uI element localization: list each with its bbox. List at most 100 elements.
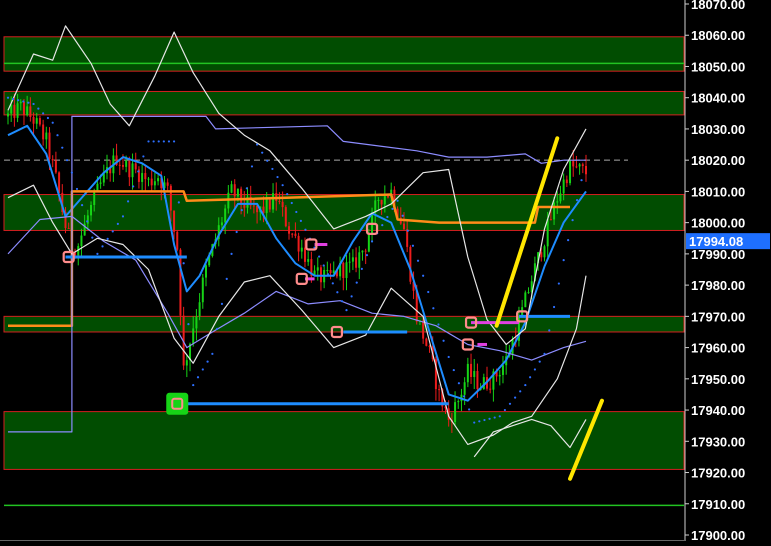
candle-body — [457, 401, 460, 403]
dotted-indicator-point — [27, 101, 30, 104]
candle-body — [489, 388, 492, 390]
dotted-indicator-point — [575, 199, 579, 202]
dotted-indicator-point — [276, 175, 279, 179]
candle-body — [58, 172, 61, 193]
candle-body — [125, 160, 128, 167]
dotted-indicator-point — [192, 383, 195, 387]
dotted-indicator-point — [132, 185, 135, 188]
candle-body — [176, 231, 179, 250]
price-chart[interactable]: 18070.00 18060.00 18050.00 18040.00 18030.00… — [0, 0, 771, 543]
candle-body — [150, 178, 153, 186]
candle-body — [383, 196, 386, 205]
candle-body — [288, 226, 291, 234]
candle-body — [99, 182, 102, 184]
dotted-indicator-point — [299, 219, 302, 222]
axis-tick-label: 18010.00 — [691, 184, 745, 199]
dotted-indicator-point — [187, 323, 190, 326]
dotted-indicator-point — [111, 230, 114, 233]
candle-body — [463, 382, 466, 395]
dotted-indicator-point — [225, 277, 228, 280]
dotted-indicator-point — [411, 244, 415, 247]
chart-svg[interactable]: 18070.00 18060.00 18050.00 18040.00 18030.00… — [0, 0, 771, 543]
candle-body — [204, 265, 207, 278]
candle-body — [297, 235, 300, 252]
candle-body — [565, 179, 568, 184]
axis-tick-label: 17930.00 — [691, 434, 745, 449]
dotted-indicator-point — [543, 352, 546, 355]
candle-body — [7, 113, 9, 117]
dotted-indicator-point — [318, 255, 321, 258]
candle-body — [470, 363, 473, 378]
candle-body — [578, 164, 581, 167]
dotted-indicator-point — [322, 264, 325, 267]
dotted-indicator-point — [473, 421, 476, 424]
candle-body — [224, 208, 227, 223]
axis-tick-label: 17940.00 — [691, 403, 745, 418]
candle-body — [195, 316, 198, 329]
dotted-indicator-point — [70, 171, 73, 174]
dotted-indicator-point — [172, 140, 176, 143]
candle-body — [294, 233, 297, 236]
dotted-indicator-point — [80, 204, 84, 207]
dotted-indicator-point — [519, 390, 522, 393]
candle-body — [501, 365, 504, 375]
candle-body — [240, 188, 243, 204]
candle-body — [67, 227, 70, 229]
candle-body — [157, 178, 160, 182]
dotted-indicator-point — [61, 146, 64, 149]
dotted-indicator-point — [206, 360, 209, 363]
dotted-indicator-point — [255, 143, 259, 146]
dotted-indicator-point — [580, 179, 583, 182]
dotted-indicator-point — [142, 155, 145, 158]
dotted-indicator-point — [250, 165, 254, 168]
candle-body — [454, 402, 457, 422]
candle-body — [118, 164, 121, 166]
dotted-indicator-point — [162, 140, 165, 143]
candle-body — [29, 106, 32, 118]
dotted-indicator-point — [483, 418, 486, 422]
dotted-indicator-point — [126, 200, 130, 203]
candle-body — [144, 173, 147, 180]
candle-body — [32, 117, 35, 124]
candle-body — [316, 267, 319, 271]
dotted-indicator-point — [548, 329, 551, 332]
dotted-indicator-point — [462, 395, 466, 398]
dotted-indicator-point — [211, 352, 214, 355]
dotted-indicator-point — [147, 140, 150, 143]
candle-body — [540, 252, 543, 258]
dotted-indicator-point — [261, 151, 264, 154]
dotted-indicator-point — [56, 134, 59, 137]
candle-body — [585, 165, 587, 175]
candle-body — [19, 101, 22, 104]
candle-body — [307, 259, 310, 262]
dotted-indicator-point — [340, 300, 344, 303]
candle-body — [572, 159, 575, 167]
dotted-indicator-point — [447, 355, 450, 359]
dotted-indicator-point — [427, 290, 430, 294]
dotted-indicator-point — [240, 209, 243, 212]
axis-tick-label: 18050.00 — [691, 59, 745, 74]
candle-body — [348, 261, 351, 263]
axis-tick-label: 18060.00 — [691, 28, 745, 43]
candle-body — [438, 389, 441, 391]
candle-body — [54, 160, 57, 173]
dotted-indicator-point — [533, 368, 537, 371]
candle-body — [153, 181, 156, 186]
dotted-indicator-point — [437, 323, 440, 326]
dotted-indicator-point — [65, 159, 69, 162]
dotted-indicator-point — [75, 187, 79, 191]
dotted-indicator-point — [327, 273, 330, 276]
candle-body — [556, 201, 559, 203]
candle-body — [549, 219, 552, 221]
candle-body — [466, 363, 469, 383]
dotted-indicator-point — [416, 259, 420, 262]
dotted-indicator-point — [514, 396, 517, 399]
candle-body — [303, 247, 306, 262]
candle-body — [173, 210, 176, 232]
candle-body — [147, 178, 150, 180]
dotted-indicator-point — [468, 408, 471, 411]
dotted-indicator-point — [152, 140, 155, 143]
candle-body — [559, 193, 562, 202]
dotted-indicator-point — [331, 282, 334, 285]
dotted-indicator-point — [290, 201, 293, 205]
